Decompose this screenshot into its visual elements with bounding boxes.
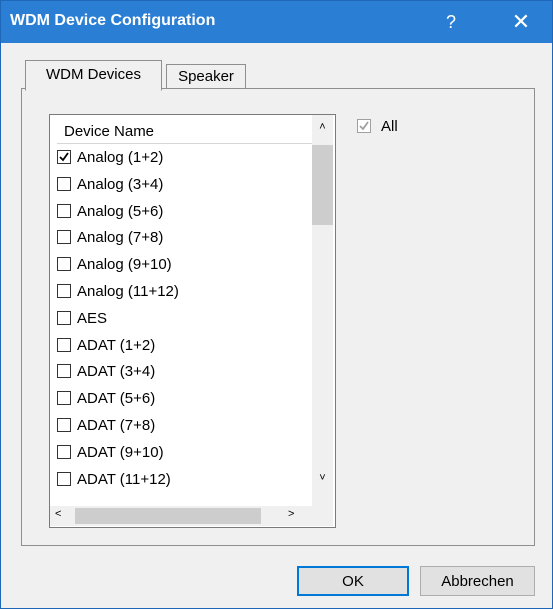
device-checkbox[interactable] [57, 257, 71, 272]
device-checkbox[interactable] [57, 203, 71, 218]
list-column-header[interactable]: Device Name [50, 115, 312, 143]
device-checkbox[interactable] [57, 230, 71, 245]
device-checkbox[interactable] [57, 471, 71, 486]
device-label: Analog (3+4) [77, 175, 164, 193]
window-title: WDM Device Configuration [10, 12, 216, 29]
list-item[interactable]: ADAT (3+4) [57, 360, 312, 386]
list-item[interactable]: Analog (5+6) [57, 200, 312, 226]
tab-speaker[interactable]: Speaker [166, 64, 246, 89]
list-item[interactable]: ADAT (9+10) [57, 441, 312, 467]
device-label: ADAT (3+4) [77, 363, 156, 381]
device-label: Analog (5+6) [77, 202, 164, 220]
device-label: ADAT (7+8) [77, 417, 156, 434]
list-item[interactable]: ADAT (1+2) [57, 334, 312, 360]
device-checkbox[interactable] [57, 391, 71, 406]
device-label: Analog (7+8) [77, 229, 164, 247]
device-label: ADAT (1+2) [77, 336, 156, 354]
device-label: ADAT (9+10) [77, 443, 164, 461]
device-checkbox[interactable] [57, 444, 71, 459]
tab-speaker-label: Speaker [178, 68, 234, 85]
device-checkbox[interactable] [57, 284, 71, 298]
horizontal-scroll-thumb[interactable] [75, 508, 261, 524]
device-checkbox[interactable] [57, 150, 71, 164]
scrollbar-corner [312, 506, 333, 526]
scroll-down-icon[interactable]: ˅ [312, 472, 333, 490]
list-item[interactable]: Analog (7+8) [57, 226, 312, 252]
list-item[interactable]: ADAT (11+12) [57, 468, 312, 494]
list-item[interactable]: Analog (11+12) [57, 280, 312, 306]
device-checkbox[interactable] [57, 364, 71, 379]
list-item[interactable]: AES [57, 307, 312, 333]
list-item[interactable]: Analog (3+4) [57, 173, 312, 199]
list-item[interactable]: ADAT (5+6) [57, 387, 312, 413]
list-item[interactable]: Analog (9+10) [57, 253, 312, 279]
title-bar[interactable]: WDM Device Configuration ? ✕ [1, 1, 552, 43]
help-button[interactable]: ? [437, 7, 465, 37]
scroll-right-icon[interactable]: ˃ [288, 508, 302, 524]
header-divider [57, 143, 312, 144]
tab-wdm-devices[interactable]: WDM Devices [25, 60, 162, 91]
close-button[interactable]: ✕ [503, 7, 539, 37]
device-checkbox[interactable] [57, 176, 71, 191]
device-label: Analog (9+10) [77, 256, 172, 274]
device-label: ADAT (11+12) [77, 470, 171, 488]
device-checkbox[interactable] [57, 310, 71, 325]
all-checkbox-label: All [381, 118, 398, 135]
horizontal-scrollbar[interactable]: ˂ ˃ [50, 506, 312, 526]
vertical-scrollbar[interactable]: ˄ ˅ [312, 115, 333, 506]
list-item[interactable]: Analog (1+2) [57, 146, 312, 172]
list-item[interactable]: ADAT (7+8) [57, 414, 312, 440]
column-header-label: Device Name [64, 123, 155, 140]
scroll-left-icon[interactable]: ˂ [55, 508, 69, 524]
device-checkbox[interactable] [57, 418, 71, 432]
device-label: Analog (1+2) [77, 149, 164, 166]
cancel-button[interactable]: Abbrechen [420, 566, 535, 596]
device-checkbox[interactable] [57, 337, 71, 352]
vertical-scroll-thumb[interactable] [312, 145, 333, 225]
device-label: AES [77, 309, 108, 327]
checkmark-icon [359, 121, 369, 131]
tab-wdm-devices-label: WDM Devices [45, 66, 141, 83]
device-label: Analog (11+12) [77, 283, 179, 300]
ok-button[interactable]: OK [297, 566, 409, 596]
scroll-up-icon[interactable]: ˄ [312, 121, 333, 139]
all-checkbox[interactable] [357, 119, 371, 133]
checkmark-icon [59, 152, 69, 162]
device-label: ADAT (5+6) [77, 390, 156, 408]
device-list[interactable]: Device Name Analog (1+2) Analog (3+4) Anal… [49, 114, 336, 528]
dialog-window: WDM Device Configuration ? ✕ WDM Devices… [0, 0, 553, 609]
